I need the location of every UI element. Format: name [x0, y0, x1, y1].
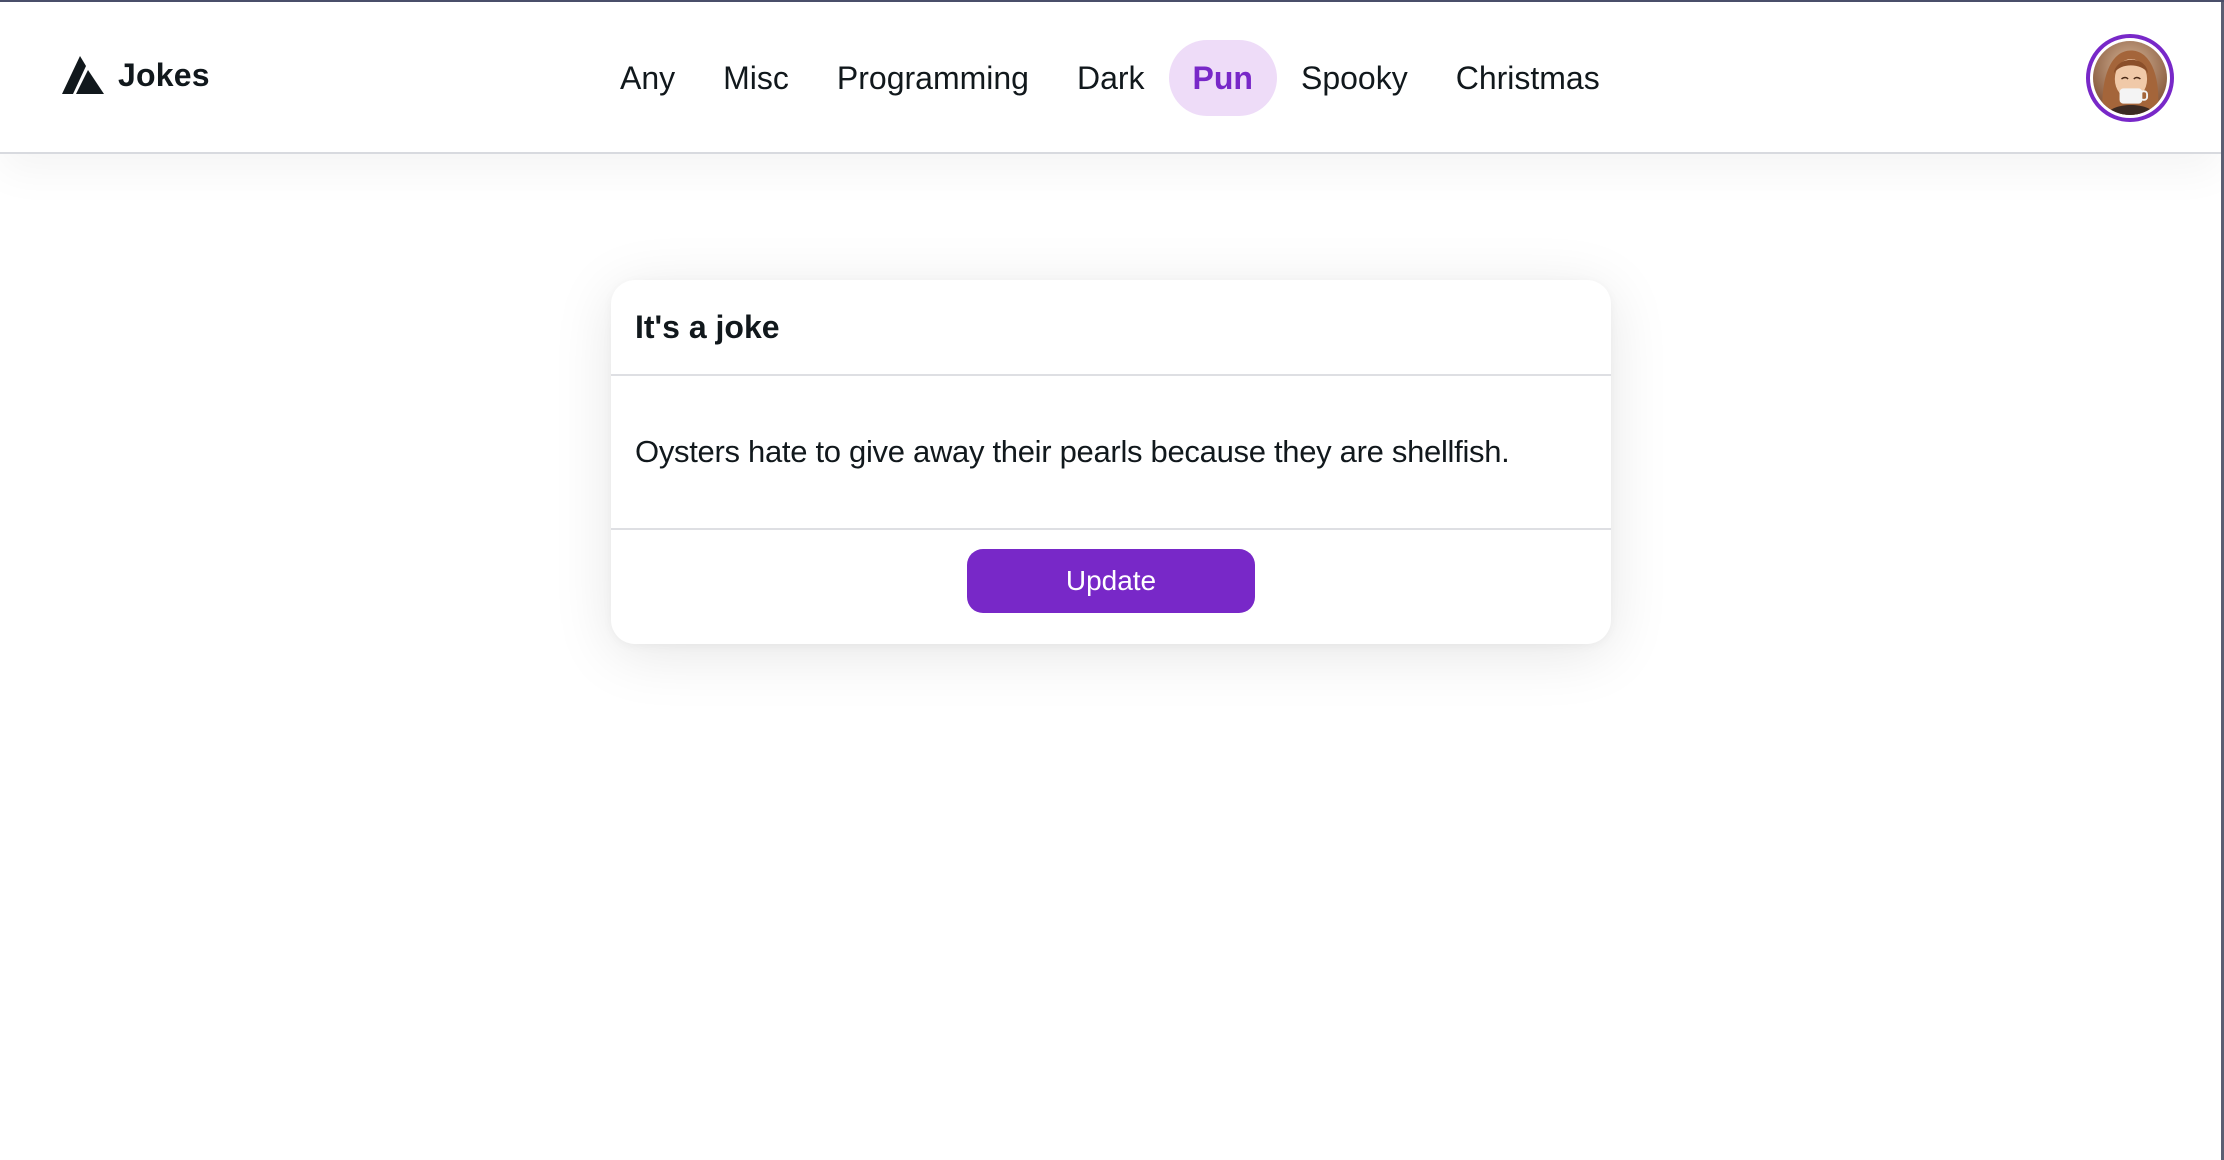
triangle-logo-icon [62, 56, 104, 94]
app-window: Jokes Any Misc Programming Dark Pun Spoo… [0, 0, 2224, 1160]
top-navbar: Jokes Any Misc Programming Dark Pun Spoo… [0, 2, 2221, 154]
joke-card: It's a joke Oysters hate to give away th… [611, 280, 1611, 644]
update-button[interactable]: Update [967, 549, 1255, 613]
card-footer: Update [611, 530, 1611, 644]
joke-text: Oysters hate to give away their pearls b… [635, 434, 1510, 469]
nav-item-programming[interactable]: Programming [813, 40, 1053, 116]
nav-item-any[interactable]: Any [596, 40, 699, 116]
nav-item-spooky[interactable]: Spooky [1277, 40, 1432, 116]
nav-item-pun[interactable]: Pun [1168, 40, 1277, 116]
card-title: It's a joke [635, 308, 780, 345]
brand[interactable]: Jokes [62, 56, 210, 94]
nav-item-dark[interactable]: Dark [1053, 40, 1169, 116]
brand-name: Jokes [118, 56, 210, 93]
card-header: It's a joke [611, 280, 1611, 376]
nav-item-misc[interactable]: Misc [699, 40, 813, 116]
category-nav: Any Misc Programming Dark Pun Spooky Chr… [596, 40, 1624, 116]
user-avatar[interactable] [2086, 34, 2174, 122]
nav-item-christmas[interactable]: Christmas [1432, 40, 1624, 116]
card-body: Oysters hate to give away their pearls b… [611, 376, 1611, 530]
avatar-photo-icon [2093, 41, 2167, 115]
